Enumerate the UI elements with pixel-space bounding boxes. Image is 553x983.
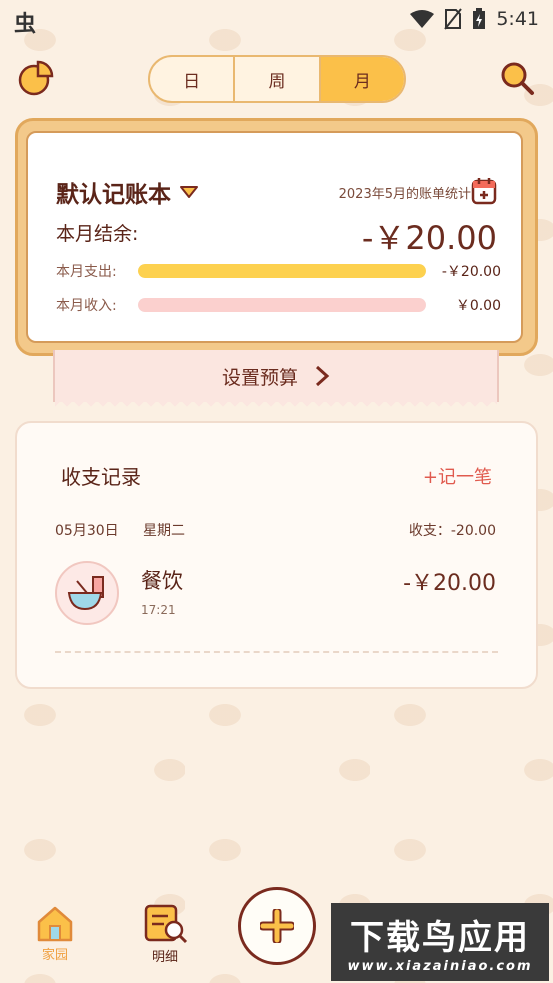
record-category: 餐饮 [141,569,183,593]
tab-day[interactable]: 日 [150,57,233,101]
income-bar [138,298,426,312]
record-date: 05月30日 [55,523,119,539]
pie-chart-icon [18,60,54,96]
income-bar-fill [138,298,426,312]
add-record-button[interactable]: +记一笔 [423,463,492,489]
top-bar: 日 周 月 [0,52,553,106]
income-label: 本月收入: [56,298,117,314]
wifi-icon [410,10,435,28]
nav-details-label: 明细 [151,950,178,965]
no-sim-icon [444,8,463,30]
period-label: 2023年5月的账单统计 [338,187,471,202]
tab-month[interactable]: 月 [318,57,404,101]
records-title: 收支记录 [61,465,141,489]
list-item[interactable] [55,561,119,625]
record-day-summary: 收支：-20.00 [408,523,496,539]
expense-value: -￥20.00 [441,264,501,280]
record-amount: -￥20.00 [403,571,496,596]
monthly-summary-card: 默认记账本 2023年5月的账单统计 本月结余: -￥20.00 本月支出: -… [15,118,538,356]
watermark-title: 下载鸟应用 [350,918,530,958]
add-record-fab[interactable] [238,887,316,965]
expense-bar [138,264,426,278]
bottom-navigation: 家园 明细 下载鸟应用 www.xiazainiao.com [0,880,553,983]
watermark-logo: 下载鸟应用 www.xiazainiao.com [331,903,549,981]
house-icon [37,906,73,942]
status-bar: 虫 5:41 [0,0,553,40]
summary-paper: 默认记账本 2023年5月的账单统计 本月结余: -￥20.00 本月支出: -… [26,131,523,343]
plus-icon [260,909,294,943]
record-weekday: 星期二 [143,523,185,539]
bowl-icon [67,576,104,611]
records-card: 收支记录 +记一笔 05月30日 星期二 收支：-20.00 餐饮 17:21 … [15,421,538,689]
search-icon [501,62,534,95]
balance-amount: -￥20.00 [361,219,497,257]
divider [55,651,498,653]
nav-details[interactable]: 明细 [130,904,200,965]
income-value: ￥0.00 [455,298,501,314]
set-budget-label: 设置预算 [221,366,298,389]
calendar-icon[interactable] [471,177,497,205]
list-search-icon [144,904,188,944]
nav-home-label: 家园 [41,948,68,963]
status-time: 5:41 [496,8,539,30]
chevron-right-icon [315,365,330,387]
expense-row: 本月支出: -￥20.00 [56,261,501,281]
account-book-selector[interactable]: 默认记账本 [56,175,199,209]
record-time: 17:21 [141,603,176,617]
chevron-down-icon [180,186,198,198]
set-budget-button[interactable]: 设置预算 [53,350,499,408]
expense-bar-fill [138,264,426,278]
income-row: 本月收入: ￥0.00 [56,295,501,315]
battery-charging-icon [473,8,486,29]
period-segmented-control: 日 周 月 [148,55,406,103]
expense-label: 本月支出: [56,264,117,280]
nav-home[interactable]: 家园 [20,904,90,963]
account-book-name: 默认记账本 [56,182,171,208]
balance-label: 本月结余: [56,223,139,245]
statistics-button[interactable] [16,58,56,98]
tab-week[interactable]: 周 [233,57,318,101]
search-button[interactable] [497,58,537,98]
watermark-url: www.xiazainiao.com [347,959,533,974]
app-notification-icon: 虫 [14,12,37,37]
